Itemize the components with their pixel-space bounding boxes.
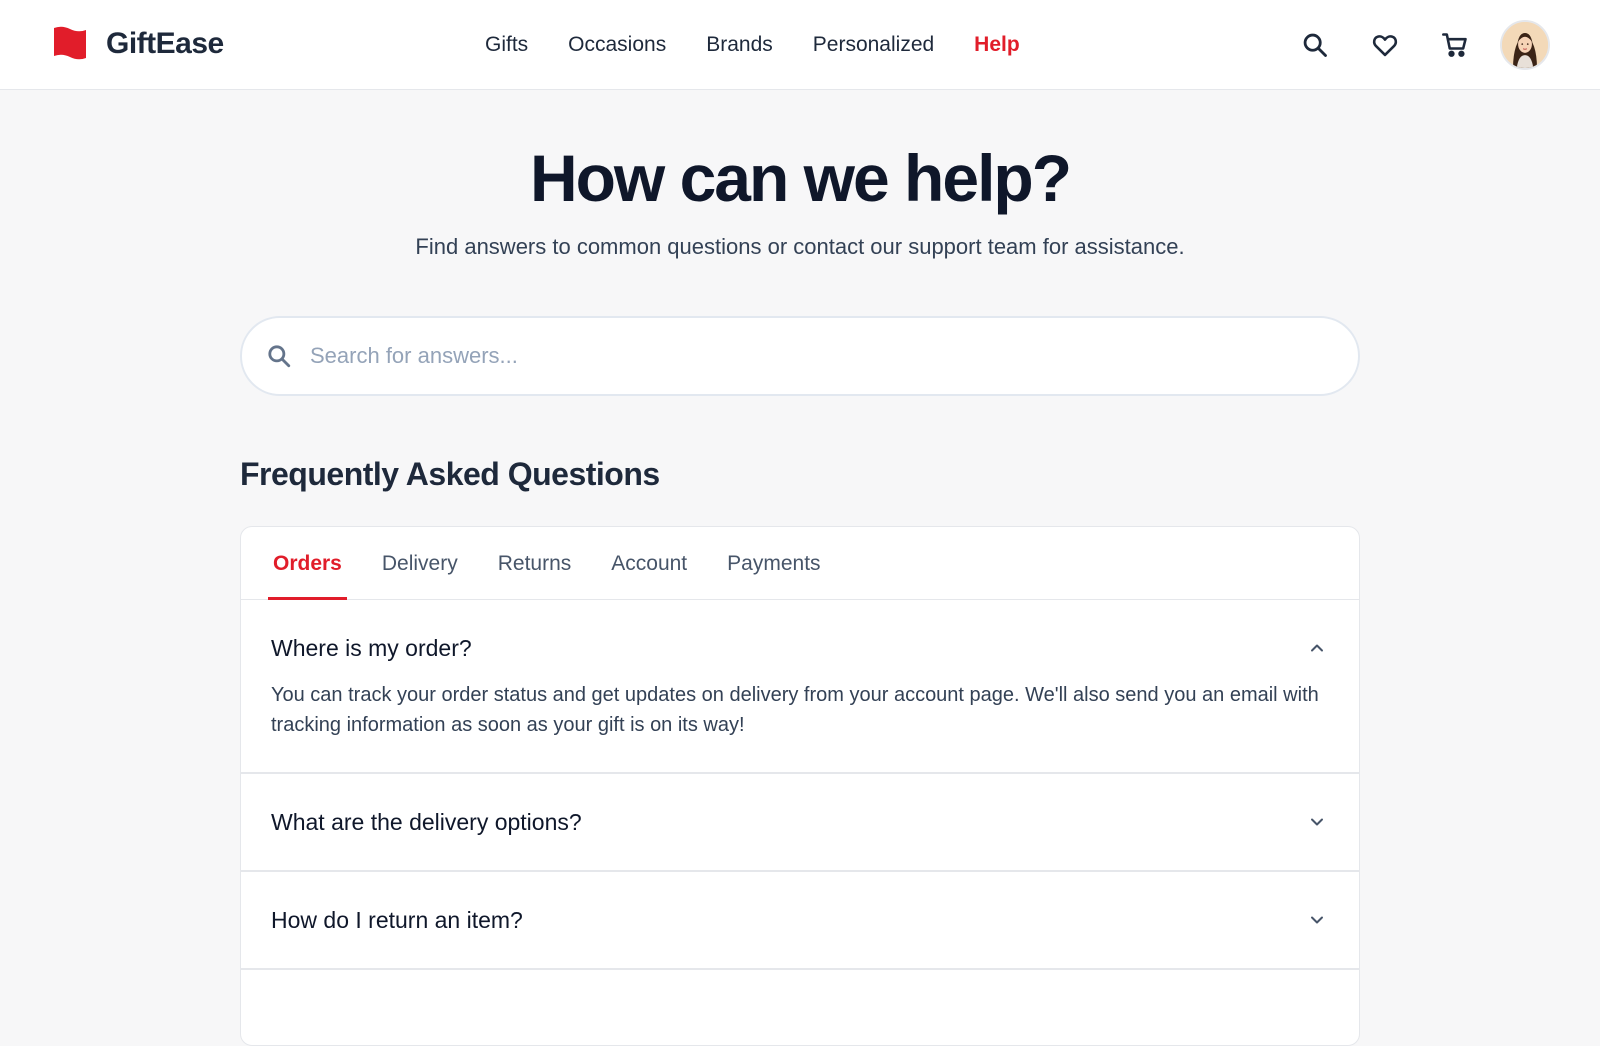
tab-orders[interactable]: Orders (268, 527, 347, 600)
chevron-down-icon (1305, 810, 1329, 834)
help-search-bar[interactable] (240, 316, 1360, 396)
faq-tabs: Orders Delivery Returns Account Payments (241, 527, 1359, 600)
search-button[interactable] (1290, 20, 1340, 70)
page-subtitle: Find answers to common questions or cont… (415, 234, 1185, 259)
faq-question: What are the delivery options? (271, 808, 582, 835)
search-input[interactable] (308, 342, 1308, 370)
faq-question-toggle[interactable]: How do I return an item? (271, 872, 1329, 968)
tab-returns[interactable]: Returns (498, 527, 572, 599)
search-icon (268, 345, 291, 368)
faq-heading: Frequently Asked Questions (240, 456, 660, 492)
chevron-down-icon (1305, 908, 1329, 932)
nav-help[interactable]: Help (974, 30, 1020, 60)
site-header: GiftEase Gifts Occasions Brands Personal… (0, 0, 1600, 90)
main-nav: Gifts Occasions Brands Personalized Help (485, 30, 1060, 60)
faq-item: How do I return an item? (241, 872, 1359, 970)
heart-icon (1372, 35, 1398, 57)
header-actions (1270, 20, 1550, 70)
tab-delivery[interactable]: Delivery (382, 527, 458, 599)
nav-brands[interactable]: Brands (706, 30, 773, 60)
brand-logo[interactable]: GiftEase (52, 26, 224, 62)
faq-question: Where is my order? (271, 634, 472, 661)
nav-personalized[interactable]: Personalized (813, 30, 934, 60)
tab-payments[interactable]: Payments (727, 527, 820, 599)
cart-button[interactable] (1430, 20, 1480, 70)
faq-item: Where is my order? You can track your or… (241, 600, 1359, 774)
faq-question-toggle[interactable]: What are the delivery options? (271, 774, 1329, 870)
faq-item: What are the delivery options? (241, 774, 1359, 872)
faq-question: How do I return an item? (271, 906, 523, 933)
brand-name: GiftEase (106, 27, 224, 60)
cart-icon (1442, 33, 1467, 57)
avatar[interactable] (1500, 20, 1550, 70)
flag-logo-icon (54, 26, 86, 60)
page-title: How can we help? (529, 141, 1072, 215)
user-avatar-icon (1502, 22, 1548, 68)
chevron-up-icon (1305, 636, 1329, 660)
faq-card: Orders Delivery Returns Account Payments… (240, 526, 1360, 1046)
search-field-icon (264, 341, 294, 371)
tab-account[interactable]: Account (611, 527, 687, 599)
nav-gifts[interactable]: Gifts (485, 30, 528, 60)
faq-answer: You can track your order status and get … (271, 684, 1319, 736)
search-icon (1303, 33, 1327, 57)
nav-occasions[interactable]: Occasions (568, 30, 666, 60)
wishlist-button[interactable] (1360, 20, 1410, 70)
